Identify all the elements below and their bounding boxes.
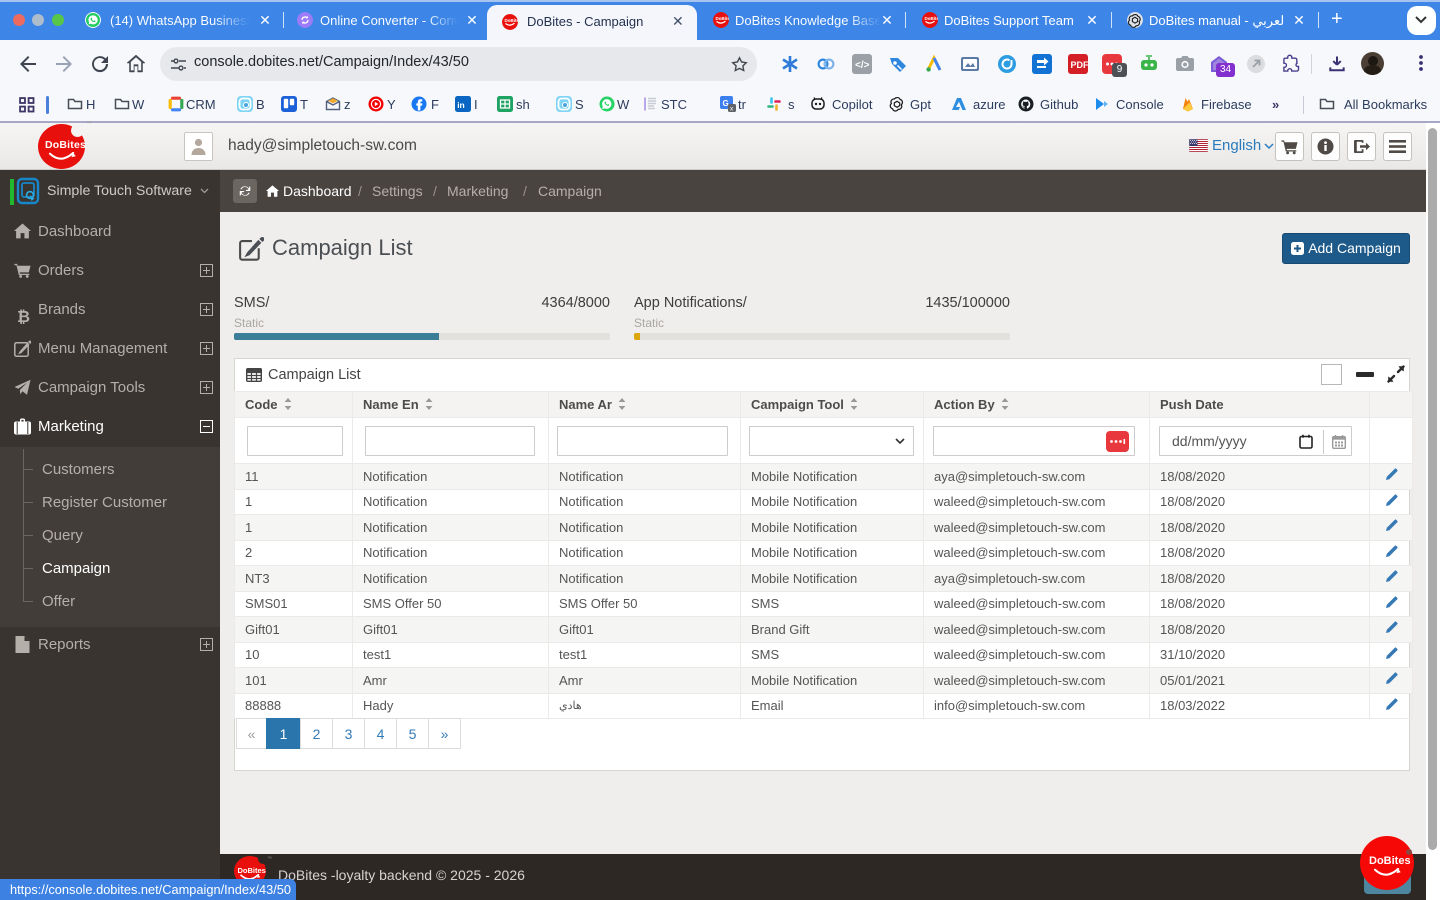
svg-text:in: in xyxy=(457,100,465,110)
svg-text:DoBites: DoBites xyxy=(716,16,730,21)
svg-text:DoBites: DoBites xyxy=(925,16,939,21)
svg-text:PDF: PDF xyxy=(1071,60,1089,70)
svg-text:G: G xyxy=(723,99,729,108)
svg-text:</>: </> xyxy=(855,60,870,71)
svg-text:DoBites: DoBites xyxy=(505,18,519,23)
